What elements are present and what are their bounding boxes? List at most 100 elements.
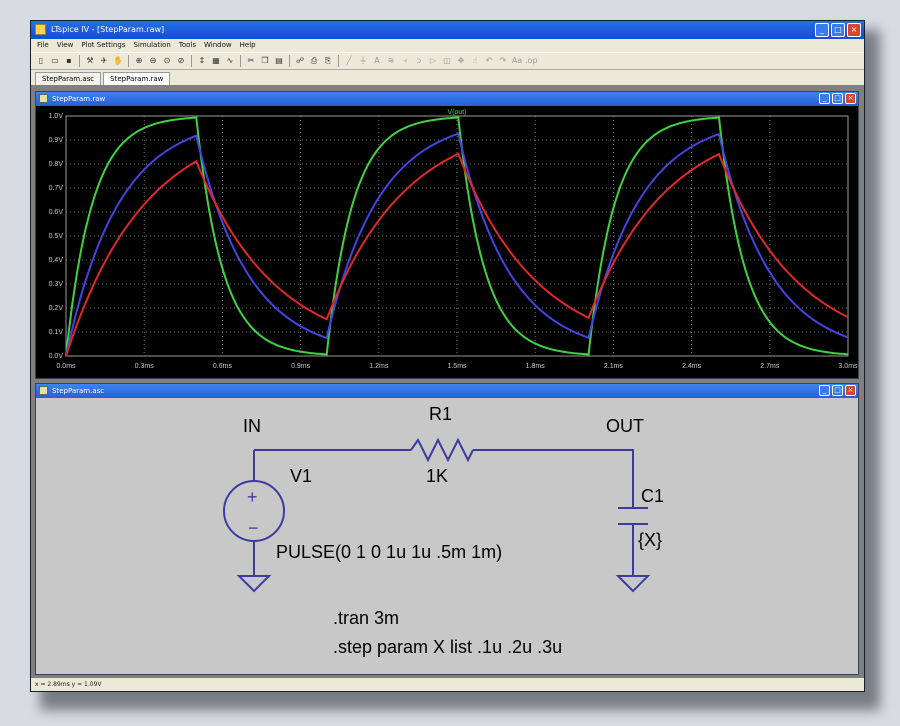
y-tick-label: 1.0V: [49, 113, 64, 120]
v1-value[interactable]: PULSE(0 1 0 1u 1u .5m 1m): [276, 542, 502, 562]
r1-value[interactable]: 1K: [426, 466, 448, 486]
menu-window[interactable]: Window: [204, 39, 232, 52]
tab-waveform[interactable]: StepParam.raw: [103, 72, 171, 85]
r1-name[interactable]: R1: [429, 404, 452, 424]
title-bar[interactable]: LTspice IV - [StepParam.raw] _ □ ×: [31, 21, 864, 39]
run-icon[interactable]: ✈: [98, 55, 110, 67]
zoom-cancel-icon[interactable]: ⊘: [175, 55, 187, 67]
ground-symbol-right[interactable]: [615, 575, 651, 593]
y-tick-label: 0.1V: [49, 329, 64, 336]
move-icon[interactable]: ✥: [455, 55, 467, 67]
cut-icon[interactable]: ✂: [245, 55, 257, 67]
spice-directive-tran[interactable]: .tran 3m: [333, 608, 399, 628]
toolbar-separator: [191, 55, 192, 67]
print-setup-icon[interactable]: ⎙: [308, 55, 320, 67]
schematic-close-button[interactable]: ×: [845, 385, 856, 396]
schematic-drawing[interactable]: IN OUT R1 1K V1 PULSE(0 1 0 1u 1u .5m 1m…: [36, 398, 858, 674]
toolbar: ▯ ▭ ▪ ⚒ ✈ ✋ ⊕ ⊖ ⊙ ⊘ ↕ ▦ ∿ ✂ ❐ ▤ ☍ ⎙ ⎘ ╱ ⏚ A ≋ ⫞ ↄ ▷ ◫ ✥ ☝ ↶ ↷ Aa .op: [31, 52, 864, 70]
save-icon[interactable]: ▪: [63, 55, 75, 67]
minimize-button[interactable]: _: [815, 23, 829, 37]
paste-icon[interactable]: ▤: [273, 55, 285, 67]
waveform-close-button[interactable]: ×: [845, 93, 856, 104]
waveform-icon[interactable]: ∿: [224, 55, 236, 67]
schematic-restore-button[interactable]: □: [832, 385, 843, 396]
menu-view[interactable]: View: [57, 39, 74, 52]
component-icon[interactable]: ◫: [441, 55, 453, 67]
zoom-out-icon[interactable]: ⊖: [147, 55, 159, 67]
zoom-fit-icon[interactable]: ⊙: [161, 55, 173, 67]
x-tick-label: 0.9ms: [291, 363, 311, 370]
schematic-minimize-button[interactable]: _: [819, 385, 830, 396]
waveform-window-title[interactable]: StepParam.raw _ □ ×: [36, 92, 858, 106]
print-icon[interactable]: ⎘: [322, 55, 334, 67]
toolbar-separator: [338, 55, 339, 67]
toolbar-separator: [79, 55, 80, 67]
zoom-in-icon[interactable]: ⊕: [133, 55, 145, 67]
schematic-doc-icon: [39, 386, 48, 395]
menu-plot-settings[interactable]: Plot Settings: [81, 39, 125, 52]
y-tick-label: 0.4V: [49, 257, 64, 264]
toolbar-separator: [240, 55, 241, 67]
waveform-restore-button[interactable]: □: [832, 93, 843, 104]
x-tick-label: 2.4ms: [682, 363, 702, 370]
v1-plus-sign: +: [247, 487, 258, 507]
schematic-window-title[interactable]: StepParam.asc _ □ ×: [36, 384, 858, 398]
app-window: LTspice IV - [StepParam.raw] _ □ × File …: [30, 20, 865, 692]
net-label-in: IN: [243, 416, 261, 436]
halt-icon[interactable]: ✋: [112, 55, 124, 67]
menu-tools[interactable]: Tools: [179, 39, 196, 52]
resistor-r1[interactable]: [410, 437, 474, 463]
wire-r1-to-out[interactable]: [473, 449, 634, 508]
tab-schematic[interactable]: StepParam.asc: [35, 72, 102, 85]
c1-name[interactable]: C1: [641, 486, 664, 506]
wire-icon[interactable]: ╱: [343, 55, 355, 67]
x-tick-label: 0.6ms: [213, 363, 233, 370]
label-icon[interactable]: A: [371, 55, 383, 67]
waveform-chart[interactable]: 0.0ms 0.3ms 0.6ms 0.9ms 1.2ms 1.5ms 1.8ms 2.1ms…: [36, 106, 858, 378]
trace-legend-label[interactable]: V(out): [447, 109, 466, 116]
drag-icon[interactable]: ☝: [469, 55, 481, 67]
text-icon[interactable]: Aa: [511, 55, 523, 67]
resistor-icon[interactable]: ≋: [385, 55, 397, 67]
capacitor-c1[interactable]: [618, 507, 648, 525]
close-button[interactable]: ×: [847, 23, 861, 37]
toolbar-separator: [289, 55, 290, 67]
maximize-button[interactable]: □: [831, 23, 845, 37]
waveform-minimize-button[interactable]: _: [819, 93, 830, 104]
window-title: LTspice IV - [StepParam.raw]: [51, 25, 165, 34]
ltspice-app-icon: [35, 24, 46, 35]
x-tick-label: 3.0ms: [838, 363, 858, 370]
menu-help[interactable]: Help: [240, 39, 256, 52]
capacitor-icon[interactable]: ⫞: [399, 55, 411, 67]
inductor-icon[interactable]: ↄ: [413, 55, 425, 67]
x-tick-label: 2.1ms: [604, 363, 624, 370]
diode-icon[interactable]: ▷: [427, 55, 439, 67]
y-tick-label: 0.2V: [49, 305, 64, 312]
ground-icon[interactable]: ⏚: [357, 55, 369, 67]
copy-icon[interactable]: ❐: [259, 55, 271, 67]
x-tick-label: 1.8ms: [526, 363, 546, 370]
x-tick-label: 2.7ms: [760, 363, 780, 370]
x-tick-label: 0.0ms: [56, 363, 76, 370]
c1-value[interactable]: {X}: [638, 530, 662, 550]
control-panel-icon[interactable]: ⚒: [84, 55, 96, 67]
undo-icon[interactable]: ↶: [483, 55, 495, 67]
spice-directive-icon[interactable]: .op: [525, 55, 538, 67]
schematic-canvas[interactable]: IN OUT R1 1K V1 PULSE(0 1 0 1u 1u .5m 1m…: [36, 398, 858, 674]
new-icon[interactable]: ▯: [35, 55, 47, 67]
waveform-plot-area[interactable]: 0.0ms 0.3ms 0.6ms 0.9ms 1.2ms 1.5ms 1.8ms 2.1ms…: [36, 106, 858, 378]
menu-simulation[interactable]: Simulation: [133, 39, 170, 52]
y-tick-label: 0.5V: [49, 233, 64, 240]
menu-file[interactable]: File: [37, 39, 49, 52]
autorange-icon[interactable]: ↕: [196, 55, 208, 67]
v1-name[interactable]: V1: [290, 466, 312, 486]
spice-directive-step[interactable]: .step param X list .1u .2u .3u: [333, 637, 562, 657]
ground-symbol-left[interactable]: [236, 575, 272, 593]
grid-icon[interactable]: ▦: [210, 55, 222, 67]
mdi-area: StepParam.raw _ □ × 0.0ms 0.3ms 0.6ms 0.9ms…: [31, 85, 864, 679]
menu-bar: File View Plot Settings Simulation Tools…: [31, 39, 864, 52]
redo-icon[interactable]: ↷: [497, 55, 509, 67]
find-icon[interactable]: ☍: [294, 55, 306, 67]
y-tick-label: 0.8V: [49, 161, 64, 168]
open-icon[interactable]: ▭: [49, 55, 61, 67]
